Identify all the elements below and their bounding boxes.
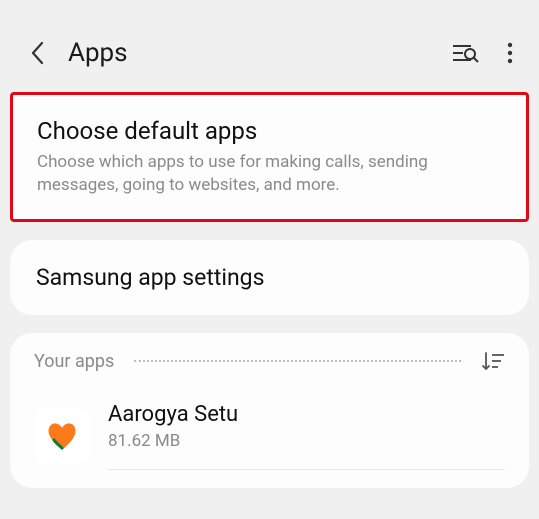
your-apps-label: Your apps [34,351,114,372]
choose-default-apps-description: Choose which apps to use for making call… [37,151,502,197]
search-icon [451,41,479,65]
list-item[interactable]: Aarogya Setu 81.62 MB [34,394,505,488]
app-bar: Apps [0,0,539,92]
header-actions [451,41,513,65]
sort-icon [481,351,505,371]
app-icon-aarogya-setu [34,408,90,464]
divider [134,360,461,362]
your-apps-section: Your apps Aarogya Setu 81.62 MB [10,333,529,488]
search-button[interactable] [451,41,479,65]
app-name: Aarogya Setu [108,402,505,427]
more-options-button[interactable] [507,41,513,65]
choose-default-apps-item[interactable]: Choose default apps Choose which apps to… [10,92,529,222]
your-apps-header: Your apps [34,351,505,372]
page-title: Apps [68,38,431,68]
app-size: 81.62 MB [108,431,505,451]
more-vertical-icon [507,41,513,65]
chevron-left-icon [28,39,48,67]
samsung-app-settings-item[interactable]: Samsung app settings [10,240,529,315]
app-info: Aarogya Setu 81.62 MB [108,402,505,470]
choose-default-apps-title: Choose default apps [37,117,502,145]
back-button[interactable] [28,39,48,67]
heart-icon [42,416,82,456]
sort-button[interactable] [481,351,505,371]
samsung-app-settings-title: Samsung app settings [36,264,264,291]
